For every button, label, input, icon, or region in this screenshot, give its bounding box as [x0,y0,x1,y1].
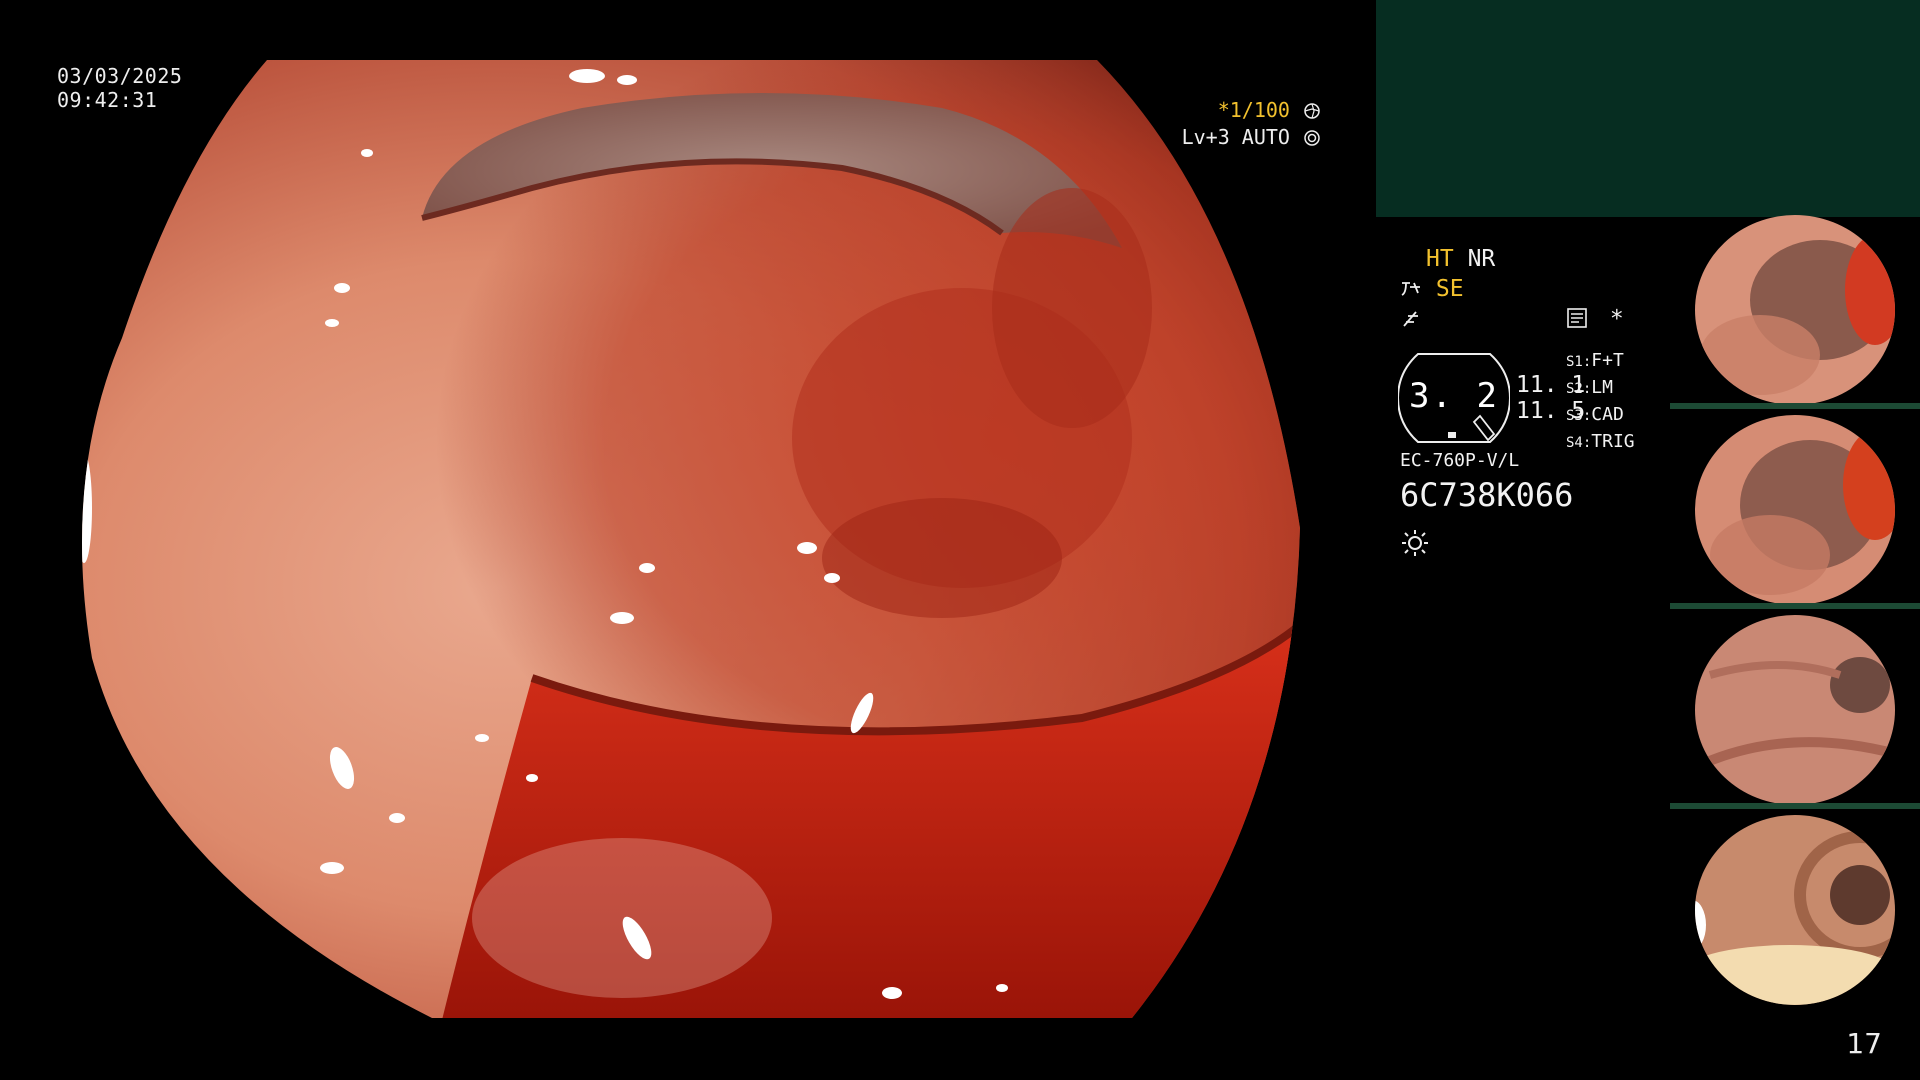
level-gauge: 3. 2 [1398,352,1510,444]
settings-panel: HT NR SE * 3. 2 11. 1 11. 5 S1:F+T S2:LM… [1398,240,1648,570]
switch-list: S1:F+T S2:LM S3:CAD S4:TRIG [1566,348,1635,456]
aperture-icon [1304,103,1320,119]
thumbnail-1[interactable] [1670,215,1920,409]
endoscope-live-view [62,58,1308,1020]
switch-key: S3: [1566,408,1592,424]
thumbnail-3[interactable] [1670,615,1920,809]
thumbnail-2[interactable] [1670,415,1920,609]
scope-model: EC-760P-V/L [1400,450,1520,471]
switch-key: S4: [1566,435,1592,451]
star-indicator: * [1609,306,1624,332]
memo-icon [1567,308,1587,328]
switch-value: CAD [1591,404,1624,425]
shutter-text: *1/100 [1217,98,1290,122]
target-icon [1304,130,1320,146]
level-value: 3. 2 [1409,376,1499,416]
switch-key: S1: [1566,354,1592,370]
time-text: 09:42:31 [57,88,158,112]
ht-indicator: HT [1426,246,1454,272]
switch-value: TRIG [1591,431,1635,452]
magnify-icon [1401,282,1420,296]
thumbnail-4[interactable] [1670,815,1920,1005]
switch-value: LM [1591,377,1613,398]
level-mode-text: Lv+3 AUTO [1181,125,1290,149]
exposure-overlay: *1/100 Lv+3 AUTO [1182,97,1320,151]
preview-panel [1376,0,1920,217]
scope-serial: 6C738K066 [1400,476,1574,514]
nr-indicator: NR [1467,246,1496,272]
light-icon [1402,530,1428,556]
switch-value: F+T [1591,350,1624,371]
page-number: 17 [1846,1027,1882,1060]
switch-key: S2: [1566,381,1592,397]
date-time-display: 03/03/2025 09:42:31 [57,64,182,112]
f-mode-icon [1403,311,1418,327]
date-text: 03/03/2025 [57,64,183,88]
se-indicator: SE [1435,276,1464,302]
